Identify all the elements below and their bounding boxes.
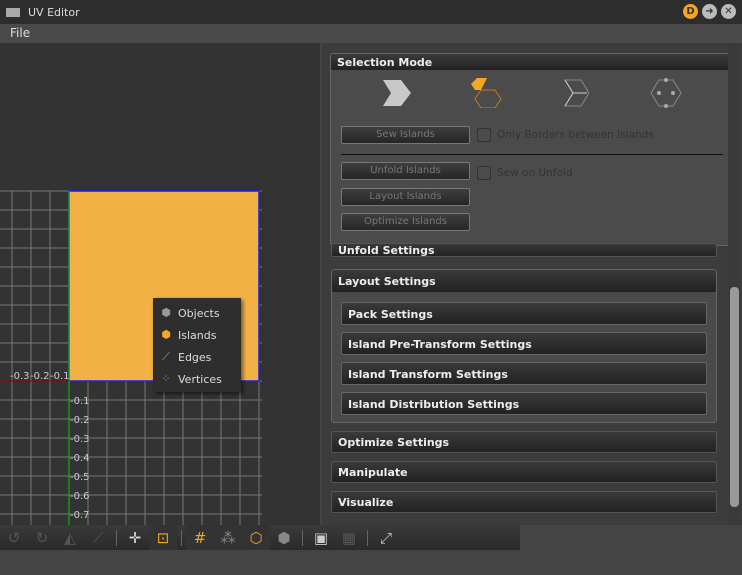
d-icon[interactable]: D <box>683 4 698 19</box>
mode-vertices-icon[interactable] <box>649 78 683 108</box>
mode-objects-icon[interactable] <box>379 78 413 108</box>
scrollbar-thumb[interactable] <box>730 287 739 507</box>
transform-settings[interactable]: Island Transform Settings <box>341 362 707 385</box>
x-tick-label: -0.3 <box>10 371 30 382</box>
close-icon[interactable]: ✕ <box>721 4 736 19</box>
transform-icon[interactable]: ⤢ <box>372 525 400 550</box>
menu-file[interactable]: File <box>10 26 30 40</box>
divider <box>341 154 723 155</box>
title-bar: UV Editor D ➜ ✕ <box>0 0 742 24</box>
popup-vertices[interactable]: ⁘ Vertices <box>153 368 241 390</box>
checker-icon[interactable]: ▦ <box>335 525 363 550</box>
vertices-icon: ⁘ <box>161 372 171 385</box>
app-icon <box>6 7 20 17</box>
only-borders-label: Only Borders between Islands <box>497 129 654 141</box>
sew-on-unfold-label: Sew on Unfold <box>497 167 573 179</box>
distribution-settings[interactable]: Island Distribution Settings <box>341 392 707 415</box>
y-tick-label: -0.1 <box>70 396 90 407</box>
sew-on-unfold-checkbox[interactable] <box>477 166 491 180</box>
y-tick-label: -0.4 <box>70 453 90 464</box>
y-tick-label: -0.6 <box>70 491 90 502</box>
arrow-icon[interactable]: ➜ <box>702 4 717 19</box>
sew-islands-button[interactable]: Sew Islands <box>341 126 470 144</box>
mesh-icon[interactable]: ⁂ <box>214 525 242 550</box>
y-tick-label: -0.5 <box>70 472 90 483</box>
uv-grid: -0.3 -0.2 -0.1-0.1-0.2-0.3-0.4-0.5-0.6-0.7 <box>0 190 262 525</box>
visualize-section[interactable]: Visualize <box>331 491 717 513</box>
object-fill-icon[interactable]: ⬢ <box>270 525 298 550</box>
selection-popup: ⬢ Objects ⬢ Islands ⟋ Edges ⁘ Vertices <box>153 298 241 392</box>
y-tick-label: -0.3 <box>70 434 90 445</box>
layout-islands-button[interactable]: Layout Islands <box>341 188 470 206</box>
status-bar <box>0 550 742 575</box>
x-tick-label: -0.2 <box>30 371 50 382</box>
objects-icon: ⬢ <box>161 306 171 319</box>
mode-islands-icon[interactable] <box>469 78 503 108</box>
grid-icon[interactable]: # <box>186 525 214 550</box>
islands-icon: ⬢ <box>161 328 171 341</box>
unfold-islands-button[interactable]: Unfold Islands <box>341 162 470 180</box>
bottom-toolbar: ↺ ↻ ◭ ⟋ ✛ ⊡ # ⁂ ⬡ ⬢ ▣ ▦ ⤢ <box>0 525 520 550</box>
mode-edges-icon[interactable] <box>559 78 593 108</box>
optimize-settings-section[interactable]: Optimize Settings <box>331 431 717 453</box>
image-icon[interactable]: ▣ <box>307 525 335 550</box>
selection-mode-group: Selection Mode Sew Islands Only Borders … <box>330 53 732 246</box>
layout-settings-header[interactable]: Layout Settings <box>332 270 716 292</box>
y-tick-label: -0.7 <box>70 510 90 521</box>
layout-settings-group: Layout Settings Pack Settings Island Pre… <box>331 269 717 423</box>
pre-transform-settings[interactable]: Island Pre-Transform Settings <box>341 332 707 355</box>
mirror-icon[interactable]: ◭ <box>56 525 84 550</box>
y-tick-label: -0.2 <box>70 415 90 426</box>
unfold-settings-section[interactable]: Unfold Settings <box>331 243 717 257</box>
scrollbar[interactable] <box>728 43 740 525</box>
undo-icon[interactable]: ↺ <box>0 525 28 550</box>
fit-icon[interactable]: ⊡ <box>149 525 177 550</box>
window-title: UV Editor <box>28 5 80 19</box>
manipulate-section[interactable]: Manipulate <box>331 461 717 483</box>
only-borders-checkbox[interactable] <box>477 128 491 142</box>
collapse-icon[interactable]: ✛ <box>121 525 149 550</box>
menu-bar: File <box>0 24 742 43</box>
popup-islands[interactable]: ⬢ Islands <box>153 324 241 346</box>
island-outline-icon[interactable]: ⬡ <box>242 525 270 550</box>
settings-panel: Selection Mode Sew Islands Only Borders … <box>322 43 742 525</box>
x-tick-label: -0.1 <box>50 371 70 382</box>
pack-settings[interactable]: Pack Settings <box>341 302 707 325</box>
flip-icon[interactable]: ⟋ <box>84 525 112 550</box>
edges-icon: ⟋ <box>162 350 170 363</box>
redo-icon[interactable]: ↻ <box>28 525 56 550</box>
uv-viewport[interactable]: -0.3 -0.2 -0.1 -0.1 -0.2 -0.3 -0.4 -0.5 -0.6 -0.7… <box>0 43 320 525</box>
popup-objects[interactable]: ⬢ Objects <box>153 302 241 324</box>
popup-edges[interactable]: ⟋ Edges <box>153 346 241 368</box>
selection-mode-title: Selection Mode <box>331 54 731 70</box>
optimize-islands-button[interactable]: Optimize Islands <box>341 213 470 231</box>
